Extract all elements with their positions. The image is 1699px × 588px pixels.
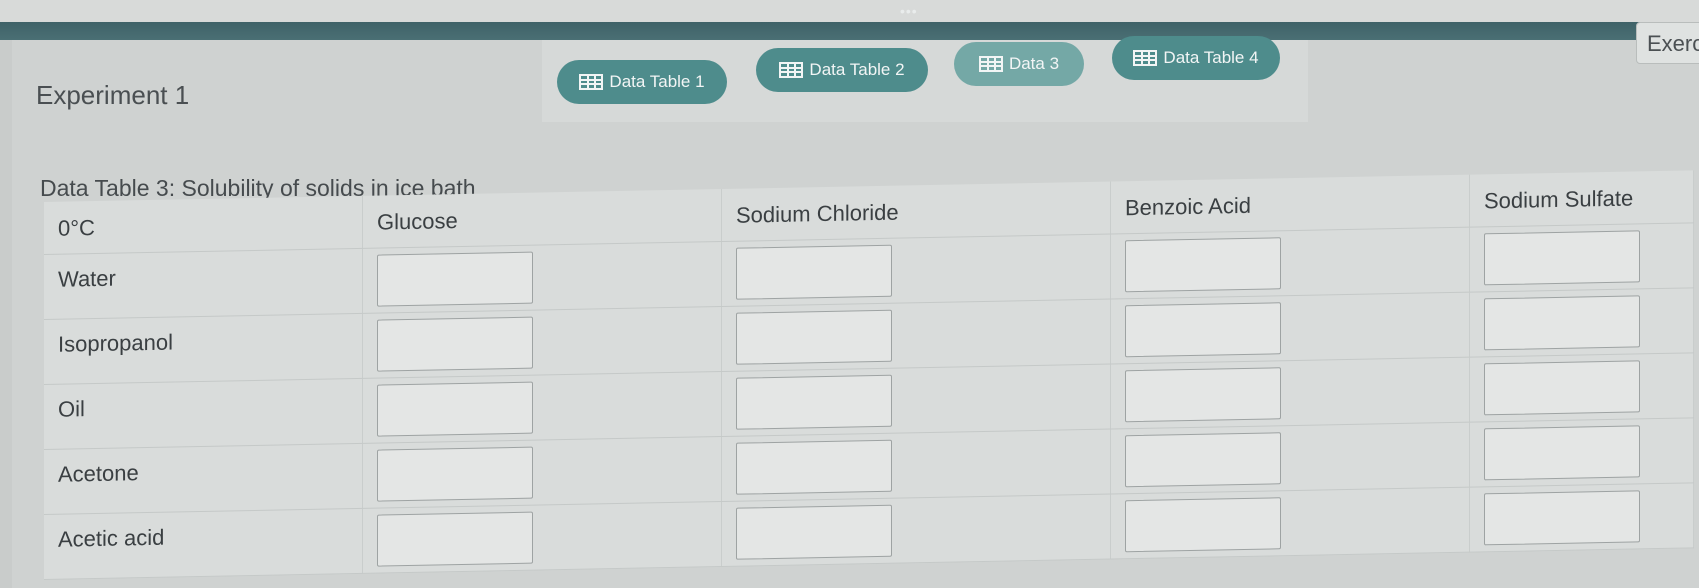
tab-data-table-4[interactable]: Data Table 4 bbox=[1112, 36, 1280, 80]
row-label-acetone: Acetone bbox=[44, 443, 363, 515]
table-icon bbox=[1133, 50, 1158, 66]
column-header-sodium-chloride: Sodium Chloride bbox=[721, 181, 1111, 242]
tab-data-table-2[interactable]: Data Table 2 bbox=[756, 48, 928, 92]
more-options-icon[interactable]: ••• bbox=[900, 4, 918, 18]
input-acetone-glucose[interactable] bbox=[377, 446, 533, 502]
input-oil-benzoic-acid[interactable] bbox=[1125, 367, 1281, 423]
tab-data-table-1[interactable]: Data Table 1 bbox=[557, 60, 727, 104]
table-icon bbox=[978, 56, 1003, 72]
row-label-oil: Oil bbox=[44, 378, 363, 450]
tab-label: Data Table 4 bbox=[1163, 48, 1259, 67]
top-bar: ••• bbox=[0, 0, 1699, 40]
input-acetone-sodium-chloride[interactable] bbox=[736, 439, 892, 495]
input-acetic-acid-sodium-sulfate[interactable] bbox=[1484, 490, 1640, 546]
column-header-glucose: Glucose bbox=[362, 188, 722, 249]
corner-header: 0°C bbox=[44, 195, 363, 255]
column-header-benzoic-acid: Benzoic Acid bbox=[1110, 174, 1470, 235]
input-isopropanol-sodium-chloride[interactable] bbox=[736, 309, 892, 365]
column-header-sodium-sulfate: Sodium Sulfate bbox=[1469, 170, 1694, 228]
solubility-table: 0°C Glucose Sodium Chloride Benzoic Acid… bbox=[44, 170, 1694, 581]
input-water-sodium-sulfate[interactable] bbox=[1484, 230, 1640, 286]
tab-label: Data Table 2 bbox=[809, 60, 905, 79]
input-isopropanol-glucose[interactable] bbox=[377, 316, 533, 372]
tab-data-3[interactable]: Data 3 bbox=[954, 42, 1084, 86]
input-water-sodium-chloride[interactable] bbox=[736, 244, 892, 300]
input-acetone-benzoic-acid[interactable] bbox=[1125, 432, 1281, 488]
page-title: Experiment 1 bbox=[36, 80, 190, 110]
input-water-glucose[interactable] bbox=[377, 251, 533, 307]
table-icon bbox=[779, 62, 804, 78]
input-water-benzoic-acid[interactable] bbox=[1125, 237, 1281, 293]
input-oil-glucose[interactable] bbox=[377, 381, 533, 437]
input-isopropanol-sodium-sulfate[interactable] bbox=[1484, 295, 1640, 351]
input-acetic-acid-glucose[interactable] bbox=[377, 511, 533, 567]
input-isopropanol-benzoic-acid[interactable] bbox=[1125, 302, 1281, 358]
tab-label: Data Table 1 bbox=[609, 72, 705, 91]
input-acetone-sodium-sulfate[interactable] bbox=[1484, 425, 1640, 481]
row-label-water: Water bbox=[44, 248, 363, 320]
input-oil-sodium-sulfate[interactable] bbox=[1484, 360, 1640, 416]
row-label-isopropanol: Isopropanol bbox=[44, 313, 363, 385]
tab-label: Data 3 bbox=[1008, 54, 1060, 73]
exercise-button[interactable]: Exerc bbox=[1636, 22, 1699, 64]
input-acetic-acid-sodium-chloride[interactable] bbox=[736, 504, 892, 560]
input-oil-sodium-chloride[interactable] bbox=[736, 374, 892, 430]
table-icon bbox=[579, 74, 604, 90]
input-acetic-acid-benzoic-acid[interactable] bbox=[1125, 497, 1281, 553]
row-label-acetic-acid: Acetic acid bbox=[44, 508, 363, 580]
